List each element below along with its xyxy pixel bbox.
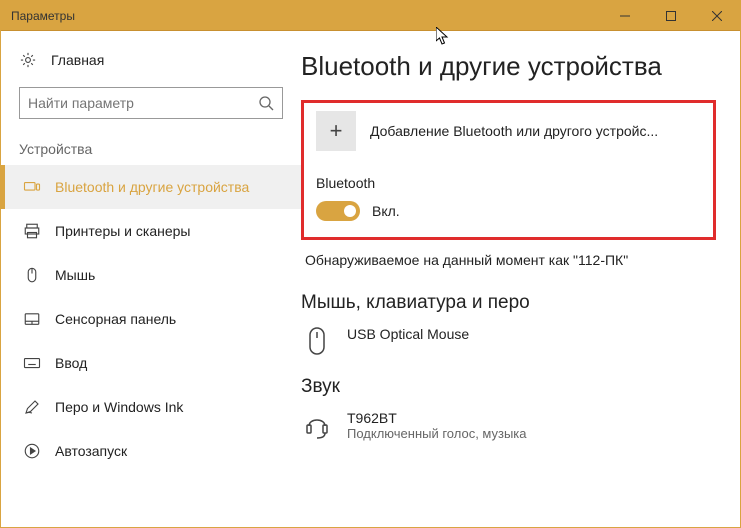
toggle-label: Вкл.: [372, 203, 400, 219]
section-label: Устройства: [1, 141, 301, 157]
nav-label: Мышь: [55, 267, 95, 283]
nav-label: Автозапуск: [55, 443, 127, 459]
nav-printers[interactable]: Принтеры и сканеры: [1, 209, 301, 253]
devices-icon: [23, 178, 41, 196]
keyboard-icon: [23, 354, 41, 372]
device-name: T962BT: [347, 410, 527, 426]
home-button[interactable]: Главная: [1, 51, 301, 69]
nav-label: Сенсорная панель: [55, 311, 176, 327]
highlight-box: + Добавление Bluetooth или другого устро…: [301, 100, 716, 240]
search-field[interactable]: [28, 95, 258, 111]
device-name: USB Optical Mouse: [347, 326, 469, 342]
window-buttons: [602, 1, 740, 31]
minimize-button[interactable]: [602, 1, 648, 31]
close-button[interactable]: [694, 1, 740, 31]
title-bar: Параметры: [1, 1, 740, 31]
mouse-icon: [305, 326, 329, 358]
search-icon: [258, 95, 274, 111]
autoplay-icon: [23, 442, 41, 460]
add-device-button[interactable]: + Добавление Bluetooth или другого устро…: [316, 111, 701, 151]
device-status: Подключенный голос, музыка: [347, 426, 527, 441]
group-mouse-heading: Мышь, клавиатура и перо: [301, 292, 716, 314]
bluetooth-heading: Bluetooth: [316, 175, 701, 191]
group-audio-heading: Звук: [301, 376, 716, 398]
pen-icon: [23, 398, 41, 416]
page-title: Bluetooth и другие устройства: [301, 51, 716, 82]
device-mouse[interactable]: USB Optical Mouse: [301, 326, 716, 358]
nav-label: Ввод: [55, 355, 87, 371]
mouse-icon: [23, 266, 41, 284]
plus-icon: +: [316, 111, 356, 151]
bluetooth-toggle[interactable]: [316, 201, 360, 221]
search-input[interactable]: [19, 87, 283, 119]
home-label: Главная: [51, 52, 104, 68]
nav-pen[interactable]: Перо и Windows Ink: [1, 385, 301, 429]
headset-icon: [305, 410, 329, 442]
toggle-knob: [344, 205, 356, 217]
nav-label: Bluetooth и другие устройства: [55, 179, 249, 195]
device-audio[interactable]: T962BT Подключенный голос, музыка: [301, 410, 716, 442]
touchpad-icon: [23, 310, 41, 328]
sidebar: Главная Устройства Bluetooth и другие ус…: [1, 31, 301, 527]
nav-label: Принтеры и сканеры: [55, 223, 190, 239]
bluetooth-toggle-row: Вкл.: [316, 201, 701, 221]
nav-list: Bluetooth и другие устройства Принтеры и…: [1, 165, 301, 473]
nav-touchpad[interactable]: Сенсорная панель: [1, 297, 301, 341]
main-content: Bluetooth и другие устройства + Добавлен…: [301, 31, 740, 527]
nav-typing[interactable]: Ввод: [1, 341, 301, 385]
gear-icon: [19, 51, 37, 69]
nav-bluetooth[interactable]: Bluetooth и другие устройства: [1, 165, 301, 209]
nav-mouse[interactable]: Мышь: [1, 253, 301, 297]
maximize-button[interactable]: [648, 1, 694, 31]
window-title: Параметры: [11, 9, 602, 23]
printer-icon: [23, 222, 41, 240]
nav-autoplay[interactable]: Автозапуск: [1, 429, 301, 473]
nav-label: Перо и Windows Ink: [55, 399, 183, 415]
discoverable-text: Обнаруживаемое на данный момент как "112…: [305, 252, 716, 268]
add-device-label: Добавление Bluetooth или другого устройс…: [370, 123, 658, 139]
